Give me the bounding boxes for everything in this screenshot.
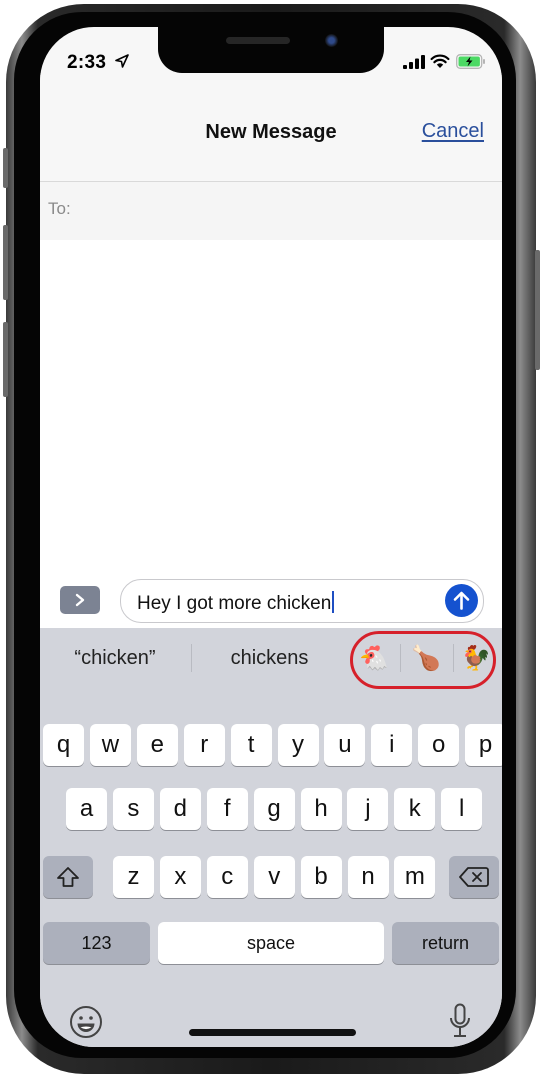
key-a[interactable]: a [66, 788, 107, 830]
return-key[interactable]: return [392, 922, 499, 964]
text-cursor [332, 591, 335, 613]
chevron-right-icon [75, 593, 85, 607]
key-g[interactable]: g [253, 788, 295, 830]
recipient-row: To: [40, 182, 502, 240]
volume-up-button [3, 225, 8, 300]
apps-expand-button[interactable] [60, 586, 100, 614]
key-k[interactable]: k [394, 788, 436, 830]
key-s[interactable]: s [112, 788, 154, 830]
predictive-text-bar: “chicken” chickens 🐔 🍗 🐓 [40, 628, 502, 689]
screen: 2:33 New Message Cancel To: Hey I got mo… [40, 27, 502, 1047]
cancel-button[interactable]: Cancel [422, 120, 484, 143]
key-l[interactable]: l [441, 788, 483, 830]
keyboard: “chicken” chickens 🐔 🍗 🐓 qwertyuiop asdf… [40, 628, 502, 1047]
key-r[interactable]: r [183, 724, 225, 766]
key-h[interactable]: h [300, 788, 342, 830]
navigation-bar: New Message Cancel [40, 73, 502, 182]
cellular-signal-icon [403, 55, 425, 69]
to-label: To: [48, 199, 71, 218]
home-indicator[interactable] [189, 1029, 356, 1036]
message-text: Hey I got more chicken [137, 591, 335, 615]
key-d[interactable]: d [159, 788, 201, 830]
key-q[interactable]: q [43, 724, 84, 766]
volume-down-button [3, 322, 8, 397]
arrow-up-icon [453, 591, 470, 610]
side-power-button [535, 250, 540, 370]
emoji-suggestion-chicken[interactable]: 🐔 [354, 642, 394, 676]
key-w[interactable]: w [89, 724, 131, 766]
delete-key[interactable] [449, 856, 499, 898]
key-b[interactable]: b [300, 856, 342, 898]
key-i[interactable]: i [371, 724, 413, 766]
shift-key[interactable] [43, 856, 93, 898]
mute-switch [3, 148, 8, 188]
earpiece-speaker [226, 37, 290, 44]
prediction-divider [453, 644, 454, 672]
front-camera [325, 34, 338, 47]
emoji-suggestion-rooster[interactable]: 🐓 [456, 642, 496, 676]
key-f[interactable]: f [206, 788, 248, 830]
message-text-content: Hey I got more chicken [137, 593, 332, 614]
key-e[interactable]: e [136, 724, 178, 766]
message-input[interactable]: Hey I got more chicken [120, 579, 484, 623]
prediction-divider [400, 644, 401, 672]
key-x[interactable]: x [159, 856, 201, 898]
notch [158, 27, 384, 73]
key-z[interactable]: z [113, 856, 154, 898]
microphone-icon[interactable] [449, 1003, 471, 1039]
key-n[interactable]: n [347, 856, 389, 898]
prediction-quoted[interactable]: “chicken” [40, 628, 190, 688]
send-button[interactable] [445, 584, 478, 617]
key-m[interactable]: m [394, 856, 436, 898]
prediction-suggestion[interactable]: chickens [192, 628, 347, 688]
key-o[interactable]: o [418, 724, 460, 766]
status-time: 2:33 [67, 52, 107, 73]
conversation-area [40, 240, 502, 576]
location-arrow-icon [115, 54, 129, 68]
key-p[interactable]: p [465, 724, 502, 766]
key-y[interactable]: y [277, 724, 319, 766]
wifi-icon [430, 54, 450, 68]
key-j[interactable]: j [347, 788, 389, 830]
shift-icon [57, 867, 79, 887]
key-v[interactable]: v [253, 856, 295, 898]
key-c[interactable]: c [206, 856, 248, 898]
compose-row: Hey I got more chicken [40, 576, 502, 628]
numbers-key[interactable]: 123 [43, 922, 150, 964]
key-u[interactable]: u [324, 724, 366, 766]
emoji-keyboard-icon[interactable] [69, 1005, 103, 1039]
battery-charging-icon [456, 54, 485, 69]
recipient-input[interactable] [84, 192, 488, 230]
delete-backspace-icon [459, 867, 489, 887]
emoji-suggestion-poultry-leg[interactable]: 🍗 [406, 642, 446, 676]
space-key[interactable]: space [158, 922, 384, 964]
key-t[interactable]: t [230, 724, 272, 766]
